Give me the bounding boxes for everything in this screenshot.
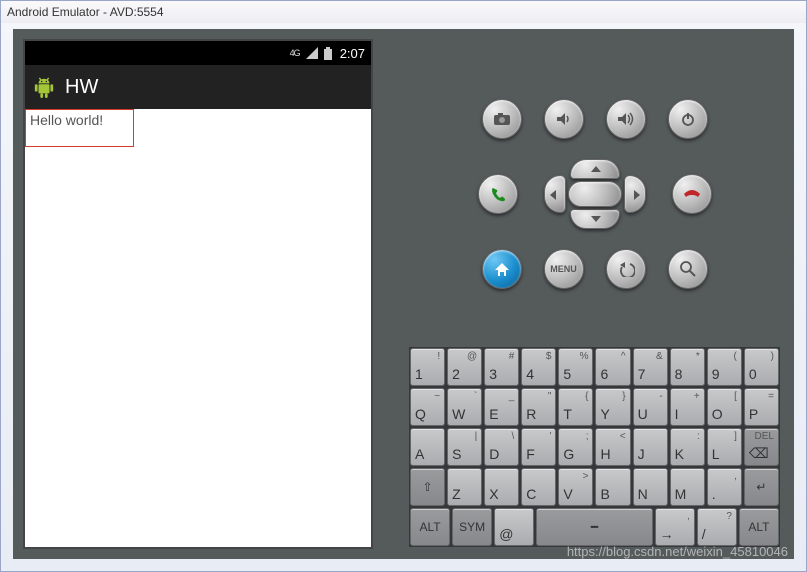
controls-panel: MENU 1!2@3#4$5%6^7&8*9(0) Q~W`E_R"T{Y}U-…: [395, 29, 794, 559]
key-c[interactable]: C: [521, 468, 556, 506]
call-button[interactable]: [478, 174, 518, 214]
dpad-center[interactable]: [568, 181, 622, 207]
dpad-right[interactable]: [624, 175, 646, 213]
key-3[interactable]: 3#: [484, 348, 519, 386]
key-o[interactable]: O[: [707, 388, 742, 426]
android-icon: [33, 75, 55, 99]
key-f[interactable]: F': [521, 428, 556, 466]
status-bar: 4G 2:07: [25, 41, 371, 65]
key-sym[interactable]: SYM: [452, 508, 492, 546]
key-row-4: ⇧ZXCV>BNM.,↵: [409, 467, 780, 507]
key-h[interactable]: H<: [595, 428, 630, 466]
key-t[interactable]: T{: [558, 388, 593, 426]
key-n[interactable]: N: [633, 468, 668, 506]
app-content[interactable]: Hello world!: [25, 109, 371, 547]
key-row-5: ALTSYM@━→,/?ALT: [409, 507, 780, 547]
key-j[interactable]: J: [633, 428, 668, 466]
key-del[interactable]: DEL⌫: [744, 428, 779, 466]
back-button[interactable]: [606, 249, 646, 289]
key-q[interactable]: Q~: [410, 388, 445, 426]
clock: 2:07: [340, 46, 365, 61]
dpad-down[interactable]: [570, 209, 620, 229]
key-w[interactable]: W`: [447, 388, 482, 426]
key-k[interactable]: K:: [670, 428, 705, 466]
key-row-3: AS|D\F'G;H<JK:L]DEL⌫: [409, 427, 780, 467]
battery-icon: [324, 47, 332, 60]
key-l[interactable]: L]: [707, 428, 742, 466]
key-g[interactable]: G;: [558, 428, 593, 466]
volume-up-button[interactable]: [606, 99, 646, 139]
key-space[interactable]: ━: [536, 508, 652, 546]
key-r[interactable]: R": [521, 388, 556, 426]
key-row-2: Q~W`E_R"T{Y}U-I+O[P=: [409, 387, 780, 427]
phone-wrap: 4G 2:07: [13, 29, 383, 559]
key-@[interactable]: @: [494, 508, 534, 546]
dpad: [540, 159, 650, 229]
watermark: https://blog.csdn.net/weixin_45810046: [567, 544, 788, 559]
key-alt[interactable]: ALT: [739, 508, 779, 546]
search-button[interactable]: [668, 249, 708, 289]
signal-icon: [306, 47, 318, 59]
key-z[interactable]: Z: [447, 468, 482, 506]
key-→[interactable]: →,: [655, 508, 695, 546]
key-/[interactable]: /?: [697, 508, 737, 546]
key-v[interactable]: V>: [558, 468, 593, 506]
key-s[interactable]: S|: [447, 428, 482, 466]
home-button[interactable]: [482, 249, 522, 289]
emulator-window: Android Emulator - AVD:5554 4G 2:07: [0, 0, 807, 572]
key-8[interactable]: 8*: [670, 348, 705, 386]
dpad-left[interactable]: [544, 175, 566, 213]
hw-buttons: MENU: [478, 99, 712, 289]
key-p[interactable]: P=: [744, 388, 779, 426]
dpad-up[interactable]: [570, 159, 620, 179]
key-shift[interactable]: ⇧: [410, 468, 445, 506]
key-0[interactable]: 0): [744, 348, 779, 386]
key-m[interactable]: M: [670, 468, 705, 506]
stage: 4G 2:07: [13, 29, 794, 559]
key-i[interactable]: I+: [670, 388, 705, 426]
volume-down-button[interactable]: [544, 99, 584, 139]
key-a[interactable]: A: [410, 428, 445, 466]
keyboard: 1!2@3#4$5%6^7&8*9(0) Q~W`E_R"T{Y}U-I+O[P…: [409, 347, 780, 547]
key-9[interactable]: 9(: [707, 348, 742, 386]
key-u[interactable]: U-: [633, 388, 668, 426]
key-e[interactable]: E_: [484, 388, 519, 426]
camera-button[interactable]: [482, 99, 522, 139]
key-5[interactable]: 5%: [558, 348, 593, 386]
key-2[interactable]: 2@: [447, 348, 482, 386]
app-title: HW: [65, 76, 98, 99]
end-call-button[interactable]: [672, 174, 712, 214]
window-title: Android Emulator - AVD:5554: [1, 1, 806, 23]
power-button[interactable]: [668, 99, 708, 139]
key-enter[interactable]: ↵: [744, 468, 779, 506]
key-row-1: 1!2@3#4$5%6^7&8*9(0): [409, 347, 780, 387]
hello-text: Hello world!: [25, 109, 134, 147]
menu-button[interactable]: MENU: [544, 249, 584, 289]
app-bar: HW: [25, 65, 371, 109]
key-7[interactable]: 7&: [633, 348, 668, 386]
key-b[interactable]: B: [595, 468, 630, 506]
key-alt[interactable]: ALT: [410, 508, 450, 546]
key-4[interactable]: 4$: [521, 348, 556, 386]
network-label: 4G: [290, 48, 300, 58]
key-1[interactable]: 1!: [410, 348, 445, 386]
key-.[interactable]: .,: [707, 468, 742, 506]
device-screen: 4G 2:07: [23, 39, 373, 549]
key-y[interactable]: Y}: [595, 388, 630, 426]
key-d[interactable]: D\: [484, 428, 519, 466]
key-6[interactable]: 6^: [595, 348, 630, 386]
key-x[interactable]: X: [484, 468, 519, 506]
